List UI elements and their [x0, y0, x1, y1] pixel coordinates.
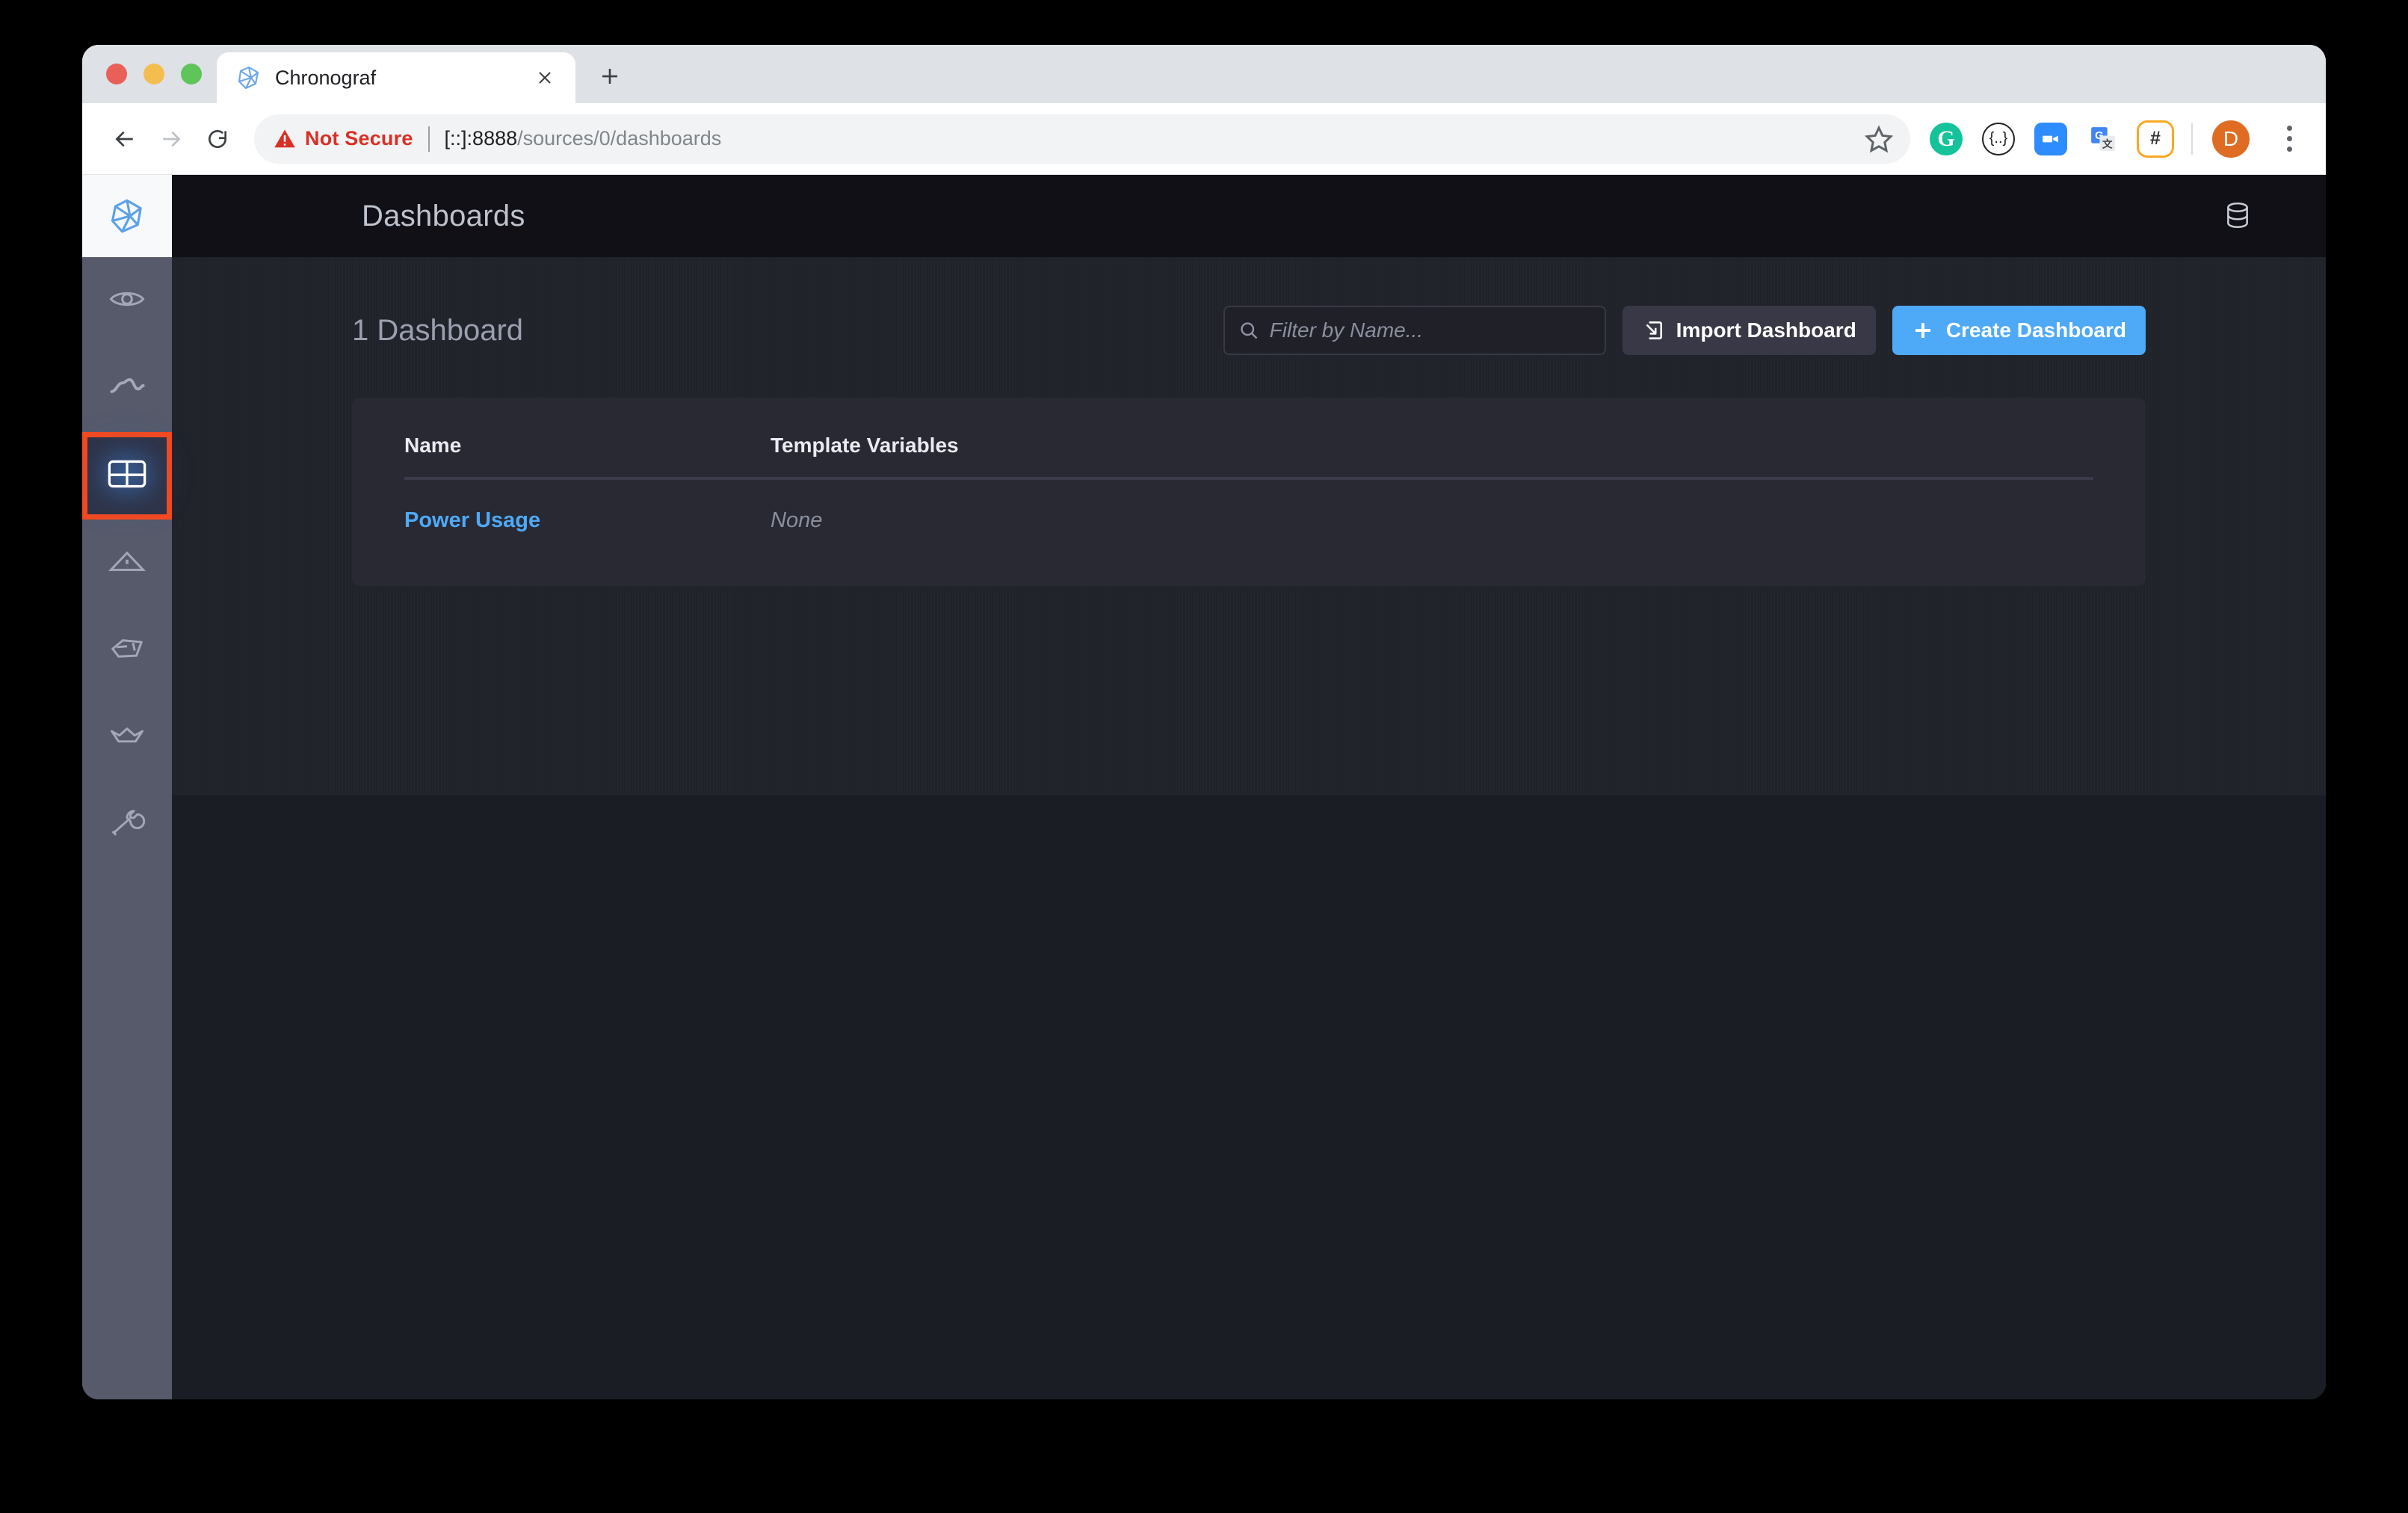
window-traffic-lights	[82, 45, 217, 103]
maximize-window-button[interactable]	[181, 64, 202, 84]
controls-row: 1 Dashboard Filter by Name... Import Das…	[352, 302, 2146, 359]
create-dashboard-button[interactable]: Create Dashboard	[1892, 306, 2146, 355]
dashboards-table: Name Template Variables Power Usage None	[404, 434, 2093, 533]
import-dashboard-button[interactable]: Import Dashboard	[1622, 306, 1876, 355]
browser-tab[interactable]: Chronograf	[217, 52, 575, 103]
line-graph-icon	[108, 368, 146, 409]
browser-tab-title: Chronograf	[275, 66, 377, 89]
dashboard-name-cell[interactable]: Power Usage	[404, 478, 771, 533]
column-header-name[interactable]: Name	[404, 434, 771, 480]
sidebar-item-admin[interactable]	[82, 694, 172, 782]
import-arrow-icon	[1642, 319, 1664, 342]
hand-cursor-icon	[108, 630, 146, 671]
warning-triangle-icon	[274, 128, 296, 150]
omnibox-url-path: /sources/0/dashboards	[517, 127, 722, 150]
svg-text:文: 文	[2102, 138, 2113, 150]
plus-icon	[1912, 319, 1934, 342]
avatar[interactable]: D	[2212, 120, 2250, 158]
extension-icons: G {..} G 文 # D	[1922, 120, 2306, 158]
dashboard-count-label: 1 Dashboard	[352, 313, 524, 347]
column-header-template-variables[interactable]: Template Variables	[771, 434, 2093, 480]
page-header: Dashboards	[172, 175, 2326, 257]
zoom-extension-icon[interactable]	[2034, 122, 2067, 155]
create-dashboard-label: Create Dashboard	[1945, 318, 2126, 342]
close-window-button[interactable]	[106, 64, 127, 84]
chronograf-app: Dashboards 1 Dashboard Filter by Name...…	[82, 175, 2326, 1399]
sidebar-item-host-list[interactable]	[82, 257, 172, 345]
sidebar-item-alerting[interactable]	[82, 520, 172, 607]
side-nav	[82, 175, 172, 1399]
chronograf-cube-icon	[236, 65, 262, 90]
search-icon	[1238, 320, 1259, 341]
eye-icon	[108, 280, 146, 321]
sidebar-item-dashboards[interactable]	[82, 432, 172, 520]
main-column: Dashboards 1 Dashboard Filter by Name...…	[172, 175, 2326, 1399]
page-title: Dashboards	[362, 199, 525, 232]
sidebar-item-configuration[interactable]	[82, 782, 172, 869]
table-row[interactable]: Power Usage None	[404, 478, 2093, 533]
toolbar-divider	[2191, 123, 2193, 155]
dashboard-template-variables-cell: None	[771, 508, 823, 532]
dashboards-panel: Name Template Variables Power Usage None	[352, 398, 2146, 586]
new-tab-button[interactable]	[589, 55, 631, 97]
sidebar-item-infrastructure[interactable]	[82, 607, 172, 694]
omnibox-divider	[427, 126, 430, 152]
page-content: 1 Dashboard Filter by Name... Import Das…	[352, 302, 2146, 586]
omnibox-url-host: [::]:8888	[444, 127, 518, 150]
hash-extension-icon[interactable]: #	[2139, 122, 2172, 155]
security-status-label: Not Secure	[305, 127, 413, 150]
search-box[interactable]	[1223, 306, 1606, 355]
database-stack-icon[interactable]	[2224, 201, 2251, 231]
chronograf-cube-logo-icon[interactable]	[82, 175, 172, 257]
browser-window: Chronograf Not Secure [::]:8888/sources/…	[82, 45, 2326, 1399]
sidebar-item-data-explorer[interactable]	[82, 345, 172, 432]
omnibox[interactable]: Not Secure [::]:8888/sources/0/dashboard…	[254, 114, 1910, 164]
json-viewer-extension-icon[interactable]: {..}	[1982, 122, 2015, 155]
wrench-icon	[108, 805, 146, 846]
google-translate-extension-icon[interactable]: G 文	[2087, 123, 2120, 155]
reload-icon[interactable]	[194, 116, 241, 162]
arrow-right-icon[interactable]	[148, 116, 194, 162]
page-body: 1 Dashboard Filter by Name... Import Das…	[172, 257, 2326, 1399]
import-dashboard-label: Import Dashboard	[1676, 318, 1856, 342]
star-icon[interactable]	[1864, 124, 1894, 154]
table-header-row: Name Template Variables	[404, 434, 2093, 480]
crown-icon	[108, 718, 146, 759]
browser-tab-strip: Chronograf	[82, 45, 2326, 103]
grammarly-extension-icon[interactable]: G	[1930, 122, 1963, 155]
dashboard-grid-icon	[108, 458, 146, 493]
omnibox-url: [::]:8888/sources/0/dashboards	[445, 127, 722, 150]
alert-triangle-icon	[108, 543, 146, 584]
close-icon[interactable]	[531, 64, 559, 92]
minimize-window-button[interactable]	[143, 64, 164, 84]
search-input[interactable]	[1269, 318, 1591, 342]
browser-toolbar: Not Secure [::]:8888/sources/0/dashboard…	[82, 103, 2326, 175]
arrow-left-icon[interactable]	[102, 116, 148, 162]
kebab-menu-icon[interactable]	[2272, 120, 2306, 158]
dashboard-link[interactable]: Power Usage	[404, 508, 540, 532]
